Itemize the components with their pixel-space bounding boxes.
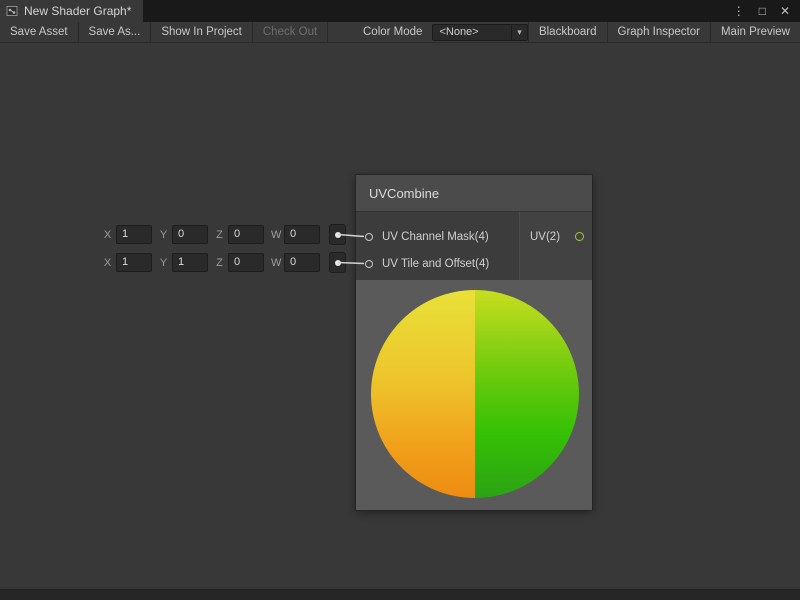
vector-field-w: W 0 xyxy=(271,253,320,272)
field-label-w[interactable]: W xyxy=(271,257,280,269)
field-label-z[interactable]: Z xyxy=(215,257,224,269)
maximize-icon[interactable]: □ xyxy=(759,0,766,22)
field-label-x[interactable]: X xyxy=(103,229,112,241)
port-dot-icon xyxy=(335,260,341,266)
blackboard-toggle-button[interactable]: Blackboard xyxy=(528,22,607,42)
vector-field-x: X 1 xyxy=(103,225,152,244)
w-value-field[interactable]: 0 xyxy=(284,225,320,244)
y-value-field[interactable]: 0 xyxy=(172,225,208,244)
color-mode-dropdown[interactable]: <None> ▾ xyxy=(432,24,528,41)
menu-icon[interactable]: ⋮ xyxy=(733,0,745,22)
chevron-down-icon: ▾ xyxy=(511,25,527,40)
output-ports: UV(2) xyxy=(520,212,592,280)
vector-field-x: X 1 xyxy=(103,253,152,272)
shader-graph-icon xyxy=(6,5,18,17)
check-out-button: Check Out xyxy=(253,22,328,42)
sphere-right-half xyxy=(475,290,579,498)
sphere-left-half xyxy=(371,290,475,498)
vector-field-z: Z 0 xyxy=(215,253,264,272)
tab-new-shader-graph[interactable]: New Shader Graph* xyxy=(0,0,143,22)
output-port-row: UV(2) xyxy=(520,223,592,250)
field-label-w[interactable]: W xyxy=(271,229,280,241)
input-port-label: UV Channel Mask(4) xyxy=(382,231,489,243)
input-port-label: UV Tile and Offset(4) xyxy=(382,258,489,270)
node-header[interactable]: UVCombine xyxy=(356,175,592,212)
node-title: UVCombine xyxy=(369,186,439,201)
y-value-field[interactable]: 1 xyxy=(172,253,208,272)
main-preview-toggle-button[interactable]: Main Preview xyxy=(710,22,800,42)
save-as-button[interactable]: Save As... xyxy=(79,22,152,42)
x-value-field[interactable]: 1 xyxy=(116,253,152,272)
vector4-node-channel-mask[interactable]: X 1 Y 0 Z 0 W 0 xyxy=(103,224,346,245)
tab-title: New Shader Graph* xyxy=(24,4,131,18)
toolbar-gap xyxy=(328,22,353,42)
field-label-x[interactable]: X xyxy=(103,257,112,269)
vector-output-port[interactable] xyxy=(329,224,346,245)
port-dot-icon xyxy=(335,232,341,238)
vector4-node-tile-offset[interactable]: X 1 Y 1 Z 0 W 0 xyxy=(103,252,346,273)
input-port-row: UV Channel Mask(4) xyxy=(356,223,519,250)
vector-field-y: Y 0 xyxy=(159,225,208,244)
vector-output-port[interactable] xyxy=(329,252,346,273)
input-ports: UV Channel Mask(4) UV Tile and Offset(4) xyxy=(356,212,519,280)
graph-inspector-toggle-button[interactable]: Graph Inspector xyxy=(607,22,710,42)
input-port-icon[interactable] xyxy=(365,260,373,268)
toolbar: Save Asset Save As... Show In Project Ch… xyxy=(0,22,800,43)
z-value-field[interactable]: 0 xyxy=(228,225,264,244)
window-controls: ⋮ □ ✕ xyxy=(733,0,800,22)
uvcombine-node[interactable]: UVCombine UV Channel Mask(4) UV Tile and… xyxy=(355,174,593,511)
vector-field-z: Z 0 xyxy=(215,225,264,244)
title-bar: New Shader Graph* ⋮ □ ✕ xyxy=(0,0,800,22)
field-label-y[interactable]: Y xyxy=(159,229,168,241)
w-value-field[interactable]: 0 xyxy=(284,253,320,272)
output-port-icon[interactable] xyxy=(575,232,584,241)
field-label-y[interactable]: Y xyxy=(159,257,168,269)
z-value-field[interactable]: 0 xyxy=(228,253,264,272)
field-label-z[interactable]: Z xyxy=(215,229,224,241)
shader-graph-window: New Shader Graph* ⋮ □ ✕ Save Asset Save … xyxy=(0,0,800,600)
input-port-icon[interactable] xyxy=(365,233,373,241)
vector-field-y: Y 1 xyxy=(159,253,208,272)
color-mode-label: Color Mode xyxy=(353,22,426,42)
node-ports: UV Channel Mask(4) UV Tile and Offset(4)… xyxy=(356,212,592,280)
node-preview xyxy=(356,280,592,510)
color-mode-value: <None> xyxy=(433,26,511,38)
x-value-field[interactable]: 1 xyxy=(116,225,152,244)
close-icon[interactable]: ✕ xyxy=(780,0,790,22)
vector-field-w: W 0 xyxy=(271,225,320,244)
output-port-label: UV(2) xyxy=(530,231,575,243)
uv-preview-sphere xyxy=(371,290,579,498)
save-asset-button[interactable]: Save Asset xyxy=(0,22,79,42)
window-bottom-edge xyxy=(0,589,800,600)
show-in-project-button[interactable]: Show In Project xyxy=(151,22,253,42)
input-port-row: UV Tile and Offset(4) xyxy=(356,250,519,277)
